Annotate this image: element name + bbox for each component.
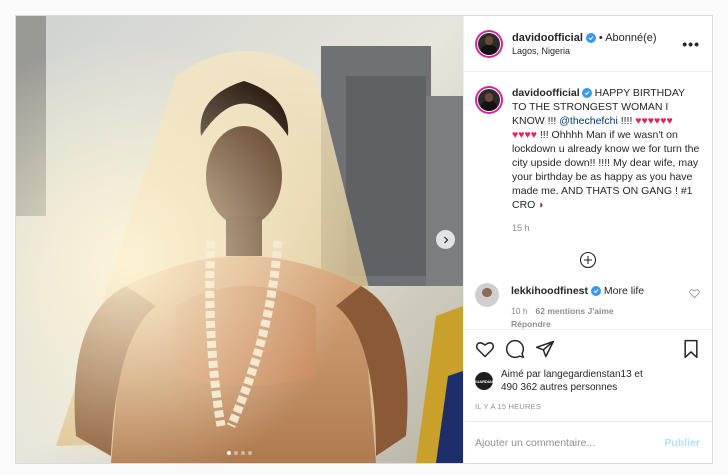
post-card: davidoofficial • Abonné(e) Lagos, Nigeri… [15,15,713,464]
commenter-avatar[interactable] [475,283,499,307]
next-slide-button[interactable] [436,230,455,249]
mention-link[interactable]: @thechefchi [559,115,618,127]
comments-section: davidoofficial HAPPY BIRTHDAY TO THE STR… [464,72,712,329]
like-comment-heart-icon[interactable] [689,288,700,299]
caption-username[interactable]: davidoofficial [512,87,580,99]
liker-avatar-label: GUARDIAN [473,378,495,384]
likes-summary: GUARDIAN Aimé par langegardienstan13 et 4… [473,368,700,394]
post-media[interactable] [16,16,463,463]
likes-suffix: et [631,369,643,380]
comment-input[interactable] [475,436,665,449]
comment-time[interactable]: 10 h [511,306,528,316]
post-timestamp[interactable]: IL Y A 15 HEURES [475,402,700,421]
heart-emojis: ♥♥♥♥♥♥ [635,115,673,127]
comment-item: lekkihoodfinest More life 10 h 62 mention… [475,283,700,329]
verified-badge-icon [590,286,601,296]
chevron-right-icon [443,236,448,243]
caption-text: davidoofficial HAPPY BIRTHDAY TO THE STR… [512,86,700,212]
liker-username[interactable]: langegardienstan13 [544,369,632,380]
publish-button[interactable]: Publier [664,437,700,449]
more-options-icon[interactable]: ••• [682,36,700,52]
post-photo [16,16,463,463]
muscle-emoji-icon: ◗ [538,199,545,211]
share-icon[interactable] [535,339,555,359]
caption: davidoofficial HAPPY BIRTHDAY TO THE STR… [475,86,700,235]
reply-button[interactable]: Répondre [511,319,551,329]
load-more-comments[interactable] [475,251,700,269]
comment-likes[interactable]: 62 mentions J'aime [536,306,614,316]
post-header: davidoofficial • Abonné(e) Lagos, Nigeri… [464,16,712,72]
plus-circle-icon[interactable] [579,251,597,269]
verified-badge-icon [585,32,596,43]
like-heart-icon[interactable] [475,339,495,359]
post-side-panel: davidoofficial • Abonné(e) Lagos, Nigeri… [463,16,712,463]
comment-meta: 10 h 62 mentions J'aime Répondre [511,305,683,329]
caption-avatar[interactable] [475,86,503,114]
add-comment-bar: Publier [464,421,712,463]
carousel-dot [234,451,238,455]
carousel-dot [248,451,252,455]
likes-prefix: Aimé par [501,369,544,380]
likes-count[interactable]: 490 362 autres personnes [501,382,617,393]
caption-text-part: !!!! [617,115,636,127]
carousel-dot [227,451,231,455]
liker-avatar[interactable]: GUARDIAN [473,372,495,390]
comment-icon[interactable] [505,339,525,359]
author-avatar[interactable] [475,29,503,58]
carousel-dot [241,451,245,455]
verified-badge-icon [581,88,592,98]
carousel-dots [16,451,463,455]
caption-time: 15 h [512,223,530,233]
author-username[interactable]: davidoofficial [512,32,583,44]
comment-text: More life [603,285,645,297]
post-location[interactable]: Lagos, Nigeria [512,46,682,56]
heart-emojis: ♥♥♥♥ [512,129,537,141]
follow-status[interactable]: • Abonné(e) [599,32,657,44]
bookmark-icon[interactable] [682,339,700,359]
commenter-username[interactable]: lekkihoodfinest [511,285,588,297]
post-actions: GUARDIAN Aimé par langegardienstan13 et 4… [464,329,712,421]
